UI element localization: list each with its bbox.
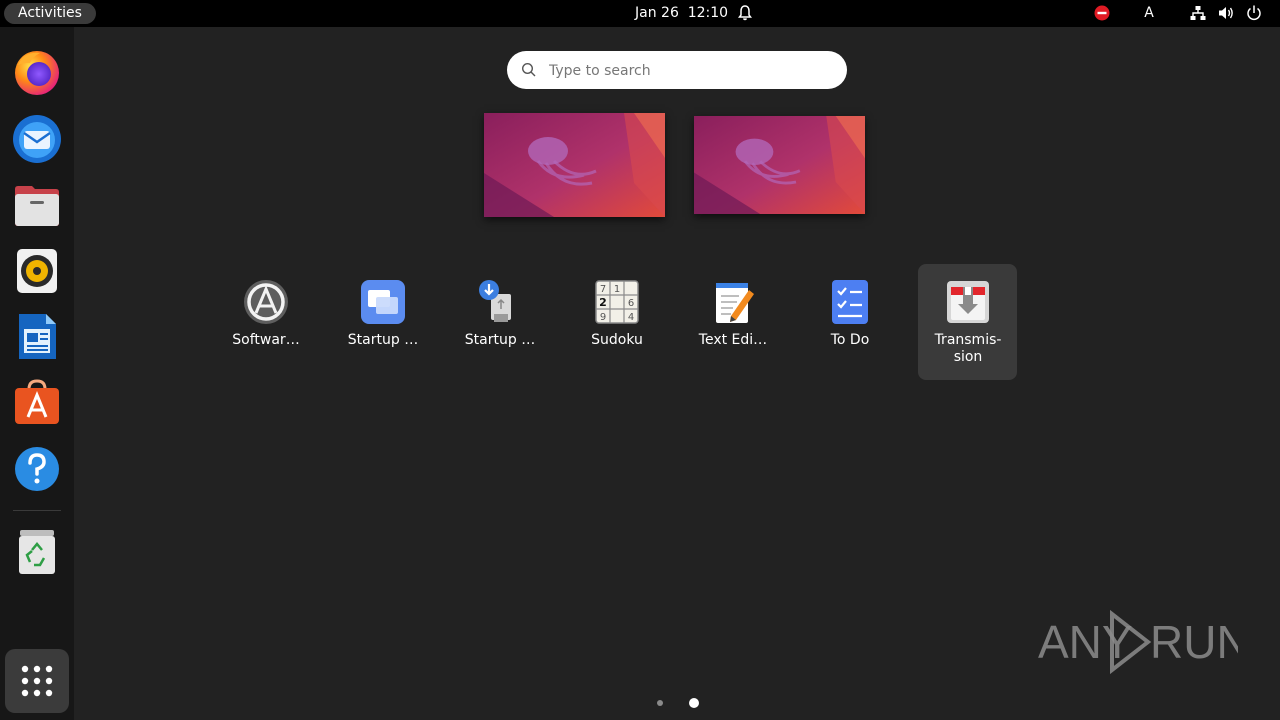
volume-icon[interactable] [1217,4,1235,22]
sudoku-digit: 7 [600,284,606,295]
keyboard-layout-indicator[interactable]: A [1140,4,1158,22]
text-editor-icon [709,278,757,326]
workspace-thumbnail-1[interactable] [484,113,665,217]
notifications-bell-icon[interactable] [736,4,754,22]
anyrun-watermark-logo: ANY RUN [1038,606,1250,676]
app-startup-disk-creator[interactable]: Startup … [450,264,550,380]
app-software-updater[interactable]: Softwar… [216,264,316,380]
firefox-icon [15,51,59,95]
app-label: Startup … [347,332,419,348]
dock-item-ubuntu-software[interactable] [10,375,64,429]
thunderbird-icon [13,115,61,163]
dock-item-libreoffice-writer[interactable] [10,309,64,363]
sudoku-icon: 7 1 2 6 9 4 [593,278,641,326]
workspace-thumbnail-2[interactable] [694,116,865,214]
startup-disk-creator-icon [476,278,524,326]
search-input[interactable] [547,59,831,83]
software-updater-icon [242,278,290,326]
search-box[interactable] [507,51,847,89]
app-startup-applications[interactable]: Startup … [333,264,433,380]
todo-icon [826,278,874,326]
dock-item-rhythmbox[interactable] [10,243,64,297]
network-icon[interactable] [1189,4,1207,22]
dock-item-thunderbird[interactable] [10,111,64,165]
power-icon[interactable] [1245,4,1263,22]
do-not-disturb-icon[interactable] [1093,4,1111,22]
rhythmbox-icon [17,249,57,293]
app-sudoku[interactable]: 7 1 2 6 9 4 Sudoku [567,264,667,380]
app-label: Text Edi… [698,332,768,348]
dock-item-firefox[interactable] [10,45,64,99]
sudoku-digit: 1 [614,284,620,295]
sudoku-digit: 2 [599,296,607,309]
sudoku-digit: 4 [628,312,634,323]
dock-separator [13,510,61,511]
top-bar: Activities Jan 26 12:10 A [0,0,1280,27]
page-indicator-1[interactable] [657,700,663,706]
watermark-text-right: RUN [1150,616,1238,668]
app-label: To Do [830,332,870,348]
app-label: Softwar… [232,332,300,348]
software-icon [15,379,59,424]
sudoku-digit: 6 [628,298,634,309]
activities-button[interactable]: Activities [4,3,96,24]
page-indicator-2[interactable] [689,698,699,708]
app-label: Transmis- sion [934,332,1002,365]
dock-item-files[interactable] [10,177,64,231]
writer-icon [19,314,56,359]
sudoku-digit: 9 [600,312,606,323]
app-grid-icon [21,665,53,697]
startup-applications-icon [359,278,407,326]
watermark-text-left: ANY [1038,616,1133,668]
dock-item-trash[interactable] [10,524,64,578]
app-label: Startup … [464,332,536,348]
help-icon [15,447,59,491]
app-to-do[interactable]: To Do [800,264,900,380]
app-transmission[interactable]: Transmis- sion [918,264,1017,380]
show-applications-button[interactable] [5,649,69,713]
clock-button[interactable]: Jan 26 12:10 [635,0,728,27]
trash-icon [19,530,55,574]
search-icon [521,62,537,78]
app-text-editor[interactable]: Text Edi… [683,264,783,380]
dock [0,27,74,720]
transmission-icon [944,278,992,326]
app-label: Sudoku [591,332,643,348]
files-icon [15,186,59,226]
dock-item-help[interactable] [10,441,64,495]
